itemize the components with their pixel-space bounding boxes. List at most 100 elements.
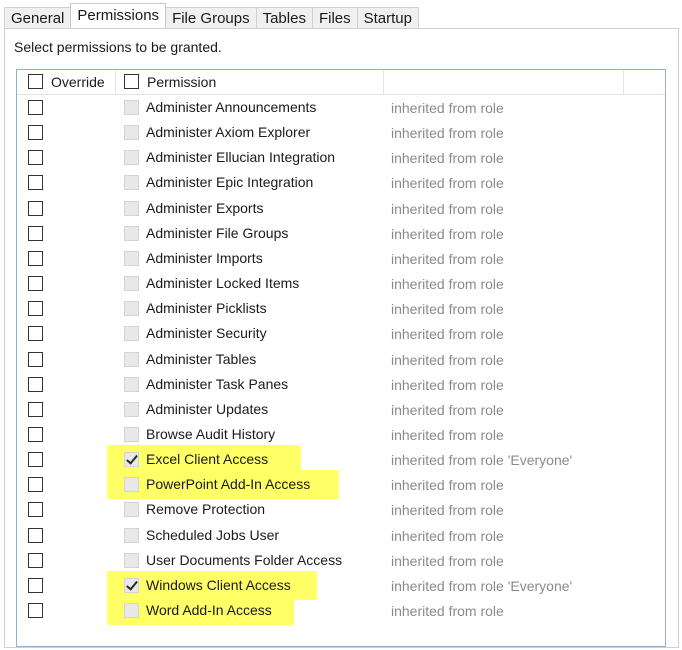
override-checkbox[interactable] xyxy=(28,100,43,115)
override-checkbox[interactable] xyxy=(28,150,43,166)
table-row[interactable]: Administer File Groups inherited from rol… xyxy=(17,221,665,246)
permission-checkbox[interactable] xyxy=(124,150,139,166)
inheritance-source: inherited from role 'Everyone' xyxy=(391,452,573,469)
override-column-header[interactable]: Override xyxy=(51,74,105,90)
table-row[interactable]: Administer Imports inherited from role xyxy=(17,246,665,271)
permission-checkbox[interactable] xyxy=(124,603,139,618)
permission-checkbox[interactable] xyxy=(124,351,139,367)
override-checkbox[interactable] xyxy=(28,326,43,342)
table-row[interactable]: Remove Protection inherited from role xyxy=(17,497,665,522)
permission-name: Administer Task Panes xyxy=(146,375,289,392)
inheritance-source: inherited from role xyxy=(391,502,504,519)
override-checkbox[interactable] xyxy=(28,527,43,543)
permission-checkbox[interactable] xyxy=(124,100,139,115)
table-row[interactable]: Excel Client Access inherited from role '… xyxy=(17,445,665,475)
override-checkbox[interactable] xyxy=(28,376,43,392)
permission-checkbox[interactable] xyxy=(124,276,139,292)
permission-checkbox[interactable] xyxy=(124,552,139,568)
permission-checkbox[interactable] xyxy=(124,301,139,317)
tab-file-groups[interactable]: File Groups xyxy=(165,7,257,28)
override-checkbox[interactable] xyxy=(28,351,43,367)
table-row[interactable]: Administer Tables inherited from role xyxy=(17,347,665,372)
table-row[interactable]: PowerPoint Add-In Access inherited from r… xyxy=(17,470,665,500)
override-checkbox[interactable] xyxy=(28,552,43,568)
permission-checkbox[interactable] xyxy=(124,200,139,216)
inheritance-source: inherited from role xyxy=(391,426,504,443)
table-row[interactable]: Administer Epic Integration inherited fro… xyxy=(17,170,665,195)
permission-checkbox[interactable] xyxy=(124,250,139,266)
override-checkbox[interactable] xyxy=(28,502,43,518)
permission-name: Administer Epic Integration xyxy=(146,174,314,191)
inheritance-source: inherited from role xyxy=(391,527,504,544)
permission-checkbox[interactable] xyxy=(124,577,139,593)
override-checkbox[interactable] xyxy=(28,175,43,191)
permission-checkbox[interactable] xyxy=(124,376,139,392)
column-separator[interactable] xyxy=(115,70,116,94)
permission-checkbox[interactable] xyxy=(124,326,139,342)
column-separator[interactable] xyxy=(623,70,624,94)
override-checkbox[interactable] xyxy=(28,603,43,618)
tab-general[interactable]: General xyxy=(4,7,72,28)
override-checkbox[interactable] xyxy=(28,477,43,493)
table-row[interactable]: Browse Audit History inherited from role xyxy=(17,422,665,447)
permission-name: Administer Axiom Explorer xyxy=(146,124,311,141)
table-row[interactable]: Administer Announcements inherited from r… xyxy=(17,95,665,120)
permission-checkbox[interactable] xyxy=(124,125,139,141)
permission-checkbox[interactable] xyxy=(124,426,139,442)
table-row[interactable]: Administer Ellucian Integration inherited… xyxy=(17,145,665,170)
override-checkbox[interactable] xyxy=(28,125,43,141)
permission-name: Scheduled Jobs User xyxy=(146,526,280,543)
permission-name: Administer Imports xyxy=(146,249,263,266)
tab-tables[interactable]: Tables xyxy=(255,7,313,28)
inheritance-source: inherited from role xyxy=(391,552,504,569)
permission-name: Excel Client Access xyxy=(146,451,269,468)
table-row[interactable]: User Documents Folder Access inherited fr… xyxy=(17,548,665,573)
permission-name: Remove Protection xyxy=(146,501,266,518)
permission-name: PowerPoint Add-In Access xyxy=(146,476,311,493)
permission-name: Administer Security xyxy=(146,325,267,342)
table-row[interactable]: Administer Security inherited from role xyxy=(17,321,665,346)
override-checkbox[interactable] xyxy=(28,426,43,442)
override-checkbox[interactable] xyxy=(28,401,43,417)
override-checkbox[interactable] xyxy=(28,276,43,292)
table-row[interactable]: Administer Axiom Explorer inherited from … xyxy=(17,120,665,145)
inheritance-source: inherited from role xyxy=(391,250,504,267)
table-row[interactable]: Administer Updates inherited from role xyxy=(17,397,665,422)
inheritance-source: inherited from role xyxy=(391,351,504,368)
tab-files[interactable]: Files xyxy=(311,7,358,28)
permission-name: Administer File Groups xyxy=(146,224,289,241)
permission-checkbox[interactable] xyxy=(124,401,139,417)
inheritance-source: inherited from role xyxy=(391,225,504,242)
table-row[interactable]: Administer Exports inherited from role xyxy=(17,196,665,221)
permission-checkbox[interactable] xyxy=(124,502,139,518)
permission-checkbox[interactable] xyxy=(124,477,139,493)
table-row[interactable]: Administer Locked Items inherited from ro… xyxy=(17,271,665,296)
permission-name: Administer Exports xyxy=(146,199,264,216)
column-separator[interactable] xyxy=(383,70,384,94)
table-row[interactable]: Administer Picklists inherited from role xyxy=(17,296,665,321)
permission-name: Administer Picklists xyxy=(146,300,267,317)
tab-strip: General Permissions File Groups Tables Files… xyxy=(4,3,419,28)
table-row[interactable]: Word Add-In Access inherited from role xyxy=(17,596,665,625)
permission-checkbox[interactable] xyxy=(124,527,139,543)
tab-permissions[interactable]: Permissions xyxy=(70,3,167,28)
override-all-checkbox[interactable] xyxy=(28,74,43,89)
table-row[interactable]: Administer Task Panes inherited from role xyxy=(17,372,665,397)
override-checkbox[interactable] xyxy=(28,301,43,317)
permission-name: Administer Tables xyxy=(146,350,257,367)
tab-startup[interactable]: Startup xyxy=(356,7,419,28)
table-row[interactable]: Windows Client Access inherited from role… xyxy=(17,570,665,600)
override-checkbox[interactable] xyxy=(28,250,43,266)
permission-checkbox[interactable] xyxy=(124,225,139,241)
permissions-grid[interactable]: Override Permission Administer Announcem… xyxy=(16,69,666,647)
permission-checkbox[interactable] xyxy=(124,452,139,468)
permission-column-header[interactable]: Permission xyxy=(147,74,216,90)
override-checkbox[interactable] xyxy=(28,452,43,468)
override-checkbox[interactable] xyxy=(28,225,43,241)
permission-all-checkbox[interactable] xyxy=(124,74,139,89)
override-checkbox[interactable] xyxy=(28,200,43,216)
inheritance-source: inherited from role xyxy=(391,376,504,393)
table-row[interactable]: Scheduled Jobs User inherited from role xyxy=(17,523,665,548)
permission-checkbox[interactable] xyxy=(124,175,139,191)
override-checkbox[interactable] xyxy=(28,577,43,593)
